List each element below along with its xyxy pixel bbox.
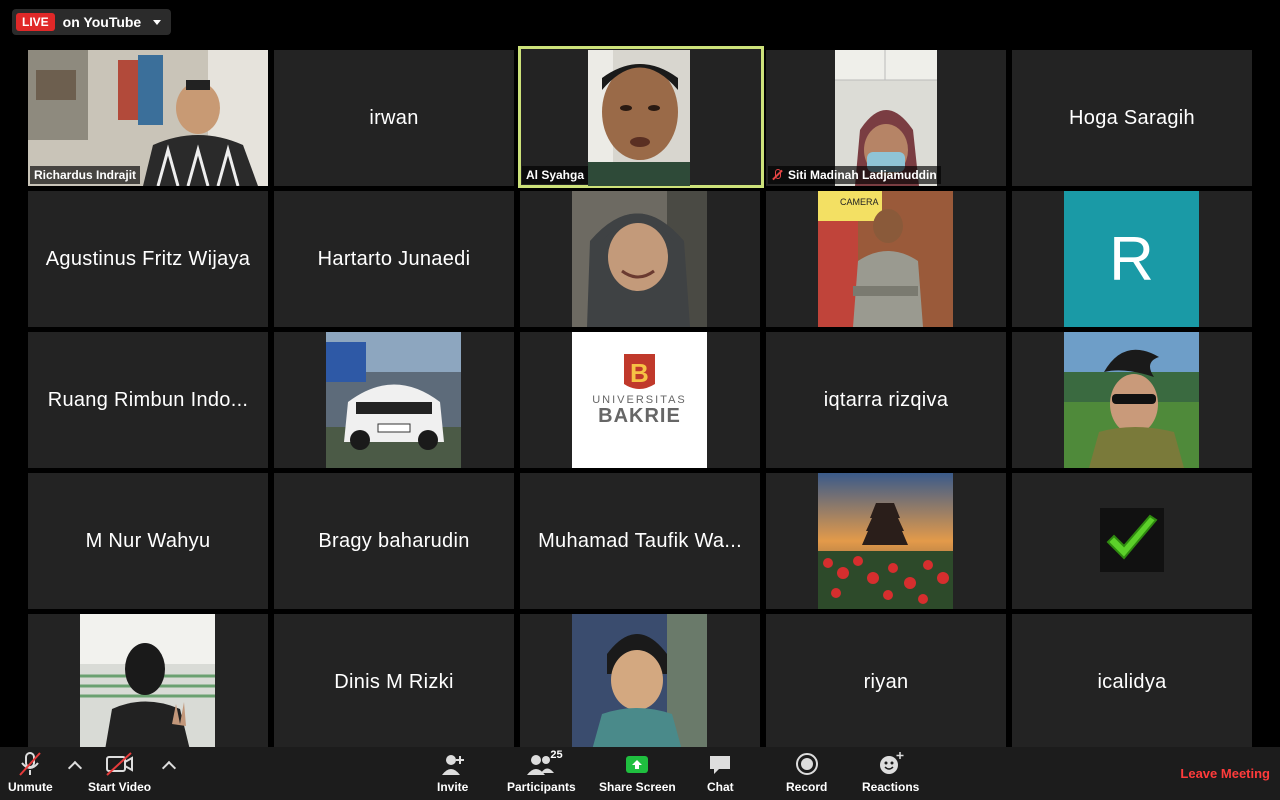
chevron-up-icon[interactable] [161,760,177,776]
participant-tile[interactable]: Muhamad Taufik Wa... [520,473,760,609]
participant-tile[interactable]: irwan [274,50,514,186]
participant-name-tag: Al Syahga [522,166,589,184]
record-label: Record [786,780,828,794]
avatar-letter: R [1109,224,1154,294]
participants-button[interactable]: 25 Participants [507,749,576,794]
participant-tile[interactable] [1012,473,1252,609]
participant-tile[interactable] [520,191,760,327]
participant-tile[interactable]: iqtarra rizqiva [766,332,1006,468]
participant-name: iqtarra rizqiva [823,388,949,411]
participant-photo [572,614,707,750]
participant-tile[interactable]: Richardus Indrajit [28,50,268,186]
participant-video [588,50,690,186]
participant-tile[interactable] [274,332,514,468]
participant-tile[interactable] [520,614,760,750]
participants-icon: 25 [526,749,563,777]
leave-meeting-button[interactable]: Leave Meeting [1180,766,1270,781]
participant-tile[interactable]: Hoga Saragih [1012,50,1252,186]
chevron-down-icon[interactable] [153,19,162,25]
university-logo-line2: BAKRIE [598,405,681,427]
add-user-icon [440,751,466,777]
chat-label: Chat [707,780,734,794]
live-stream-indicator[interactable]: LIVE on YouTube [12,9,172,35]
participant-name: Hoga Saragih [1069,106,1195,129]
reactions-icon [877,751,905,777]
active-speaker-tile[interactable]: Al Syahga [518,46,764,188]
participant-tile[interactable]: riyan [766,614,1006,750]
university-logo: B UNIVERSITAS BAKRIE [572,332,707,468]
participant-photo [1064,332,1199,468]
participant-name-tag: Richardus Indrajit [30,166,141,184]
participant-tile[interactable]: B UNIVERSITAS BAKRIE [520,332,760,468]
participant-name: Dinis M Rizki [334,670,454,693]
unmute-label: Unmute [8,780,53,794]
participant-name: Agustinus Fritz Wijaya [45,247,251,270]
chat-button[interactable]: Chat [707,751,734,794]
participant-name-tag: Siti Madinah Ladjamuddin [768,166,941,184]
chat-icon [707,751,733,777]
participant-name: Ruang Rimbun Indo... [47,388,249,411]
reactions-button[interactable]: Reactions [862,751,919,794]
participant-tile[interactable]: Ruang Rimbun Indo... [28,332,268,468]
share-screen-label: Share Screen [599,780,676,794]
participant-tile[interactable]: CAMERA [766,191,1006,327]
invite-label: Invite [437,780,469,794]
svg-text:B: B [630,358,649,388]
live-destination: on YouTube [62,14,142,30]
participant-name: Richardus Indrajit [34,168,137,182]
participant-name: Hartarto Junaedi [317,247,471,270]
share-screen-icon [624,751,650,777]
muted-mic-icon [17,751,43,777]
participant-photo: CAMERA [818,191,953,327]
svg-text:CAMERA: CAMERA [840,197,879,207]
participant-tile[interactable]: M Nur Wahyu [28,473,268,609]
avatar: R [1064,191,1199,327]
participant-name: Al Syahga [526,168,585,182]
video-off-icon [105,751,135,777]
participant-name: Bragy baharudin [318,529,470,552]
participant-tile[interactable]: Bragy baharudin [274,473,514,609]
participant-tile[interactable]: Dinis M Rizki [274,614,514,750]
participant-name: Siti Madinah Ladjamuddin [788,168,937,182]
participant-photo [80,614,215,750]
participants-count: 25 [550,749,563,761]
record-icon [794,751,820,777]
chevron-up-icon[interactable] [67,760,83,776]
participant-tile[interactable] [766,473,1006,609]
participant-tile[interactable] [28,614,268,750]
participant-tile[interactable]: Hartarto Junaedi [274,191,514,327]
participant-name: irwan [369,106,419,129]
participant-name: M Nur Wahyu [85,529,211,552]
record-button[interactable]: Record [786,751,827,794]
participant-photo [326,332,461,468]
meeting-toolbar: Unmute Start Video Invite 25 Participant… [0,747,1280,800]
participant-tile[interactable]: Agustinus Fritz Wijaya [28,191,268,327]
start-video-label: Start Video [88,780,152,794]
participant-tile[interactable] [1012,332,1252,468]
participant-photo [572,191,707,327]
checkmark-icon [1100,508,1164,572]
participants-label: Participants [507,780,576,794]
participant-tile[interactable]: icalidya [1012,614,1252,750]
reactions-label: Reactions [862,780,920,794]
start-video-button[interactable]: Start Video [88,751,151,794]
invite-button[interactable]: Invite [437,751,468,794]
unmute-button[interactable]: Unmute [8,751,53,794]
participant-photo [818,473,953,609]
participant-tile[interactable]: R [1012,191,1252,327]
participant-tile[interactable]: Siti Madinah Ladjamuddin [766,50,1006,186]
share-screen-button[interactable]: Share Screen [599,751,676,794]
muted-mic-icon [772,169,782,181]
participant-name: riyan [863,670,909,693]
participant-name: icalidya [1097,670,1167,693]
live-badge: LIVE [16,13,55,31]
participant-name: Muhamad Taufik Wa... [538,529,742,552]
